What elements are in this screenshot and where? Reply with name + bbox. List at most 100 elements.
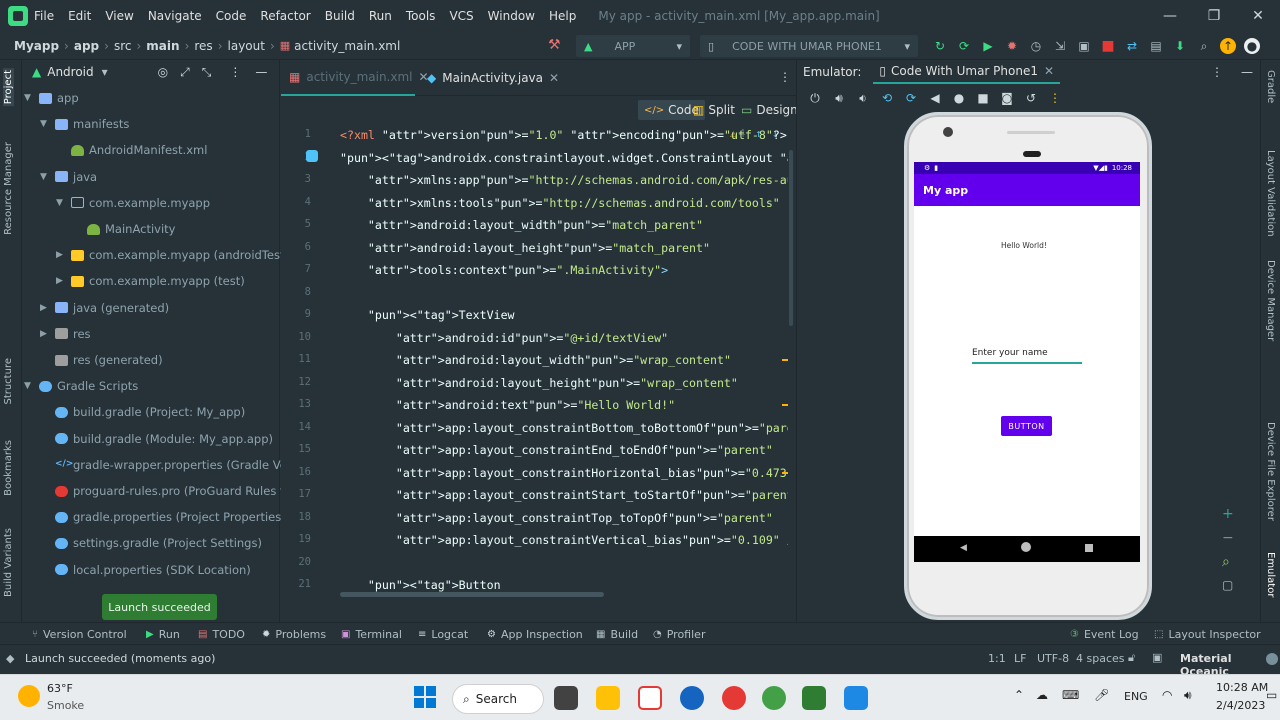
phone-overview-icon[interactable]	[1085, 544, 1093, 552]
tree-item[interactable]: AndroidManifest.xml	[56, 139, 207, 161]
code-line[interactable]: "pun"><"tag">androidx.constraintlayout.w…	[340, 151, 788, 165]
breadcrumb-item[interactable]: src	[114, 39, 132, 53]
tool-terminal[interactable]: ▣ Terminal	[341, 623, 402, 645]
tool-layout-validation[interactable]: Layout Validation	[1265, 150, 1276, 237]
tool-layout-inspector[interactable]: ⬚ Layout Inspector	[1154, 623, 1261, 645]
tree-item[interactable]: ▶ com.example.myapp (test)	[56, 270, 245, 292]
chrome-profile-icon[interactable]	[762, 686, 786, 710]
tool-bookmarks[interactable]: Bookmarks	[3, 440, 14, 496]
line-number[interactable]: 21	[281, 578, 311, 590]
chrome-icon[interactable]	[722, 686, 746, 710]
breadcrumb-item[interactable]: app	[74, 39, 99, 53]
tree-item[interactable]: MainActivity	[72, 218, 175, 240]
code-line[interactable]: "attr">android:layout_height"pun">="matc…	[340, 241, 710, 255]
volume-icon[interactable]: 🔊︎	[1184, 688, 1192, 703]
overview-icon[interactable]: ■	[975, 90, 991, 106]
menu-run[interactable]: Run	[369, 9, 392, 23]
line-number[interactable]: 12	[281, 376, 311, 388]
line-number[interactable]: 9	[281, 308, 311, 320]
utorrent-icon[interactable]	[802, 686, 826, 710]
tool-device-manager[interactable]: Device Manager	[1265, 260, 1276, 341]
chevron-right-icon[interactable]: ▶	[56, 250, 68, 260]
menu-code[interactable]: Code	[216, 9, 247, 23]
collapse-all-icon[interactable]: ⤡	[202, 65, 212, 80]
tool-run[interactable]: ▶ Run	[146, 623, 180, 645]
code-line[interactable]: "attr">android:id"pun">="@+id/textView"	[340, 331, 668, 345]
actual-size-icon[interactable]: ▢	[1222, 578, 1233, 592]
tree-item[interactable]: build.gradle (Module: My_app.app)	[40, 428, 273, 450]
code-line[interactable]: "attr">app:layout_constraintStart_toStar…	[340, 488, 788, 502]
line-number[interactable]: 7	[281, 263, 311, 275]
taskbar-search[interactable]: ⌕ Search	[452, 684, 544, 714]
tool-build[interactable]: ▦ Build	[596, 623, 638, 645]
rotate-right-icon[interactable]: ⟳	[903, 90, 919, 106]
update-icon[interactable]: ↑	[1220, 38, 1236, 54]
tool-device-file-explorer[interactable]: Device File Explorer	[1265, 422, 1276, 521]
sync-gradle-icon[interactable]: ⇄	[1124, 38, 1140, 54]
tree-item[interactable]: ▶ com.example.myapp (androidTest)	[56, 244, 289, 266]
apply-changes-icon[interactable]: ↻	[932, 38, 948, 54]
warning-marker[interactable]	[782, 404, 788, 406]
chevron-right-icon[interactable]: ▶	[56, 276, 68, 286]
tree-item[interactable]: build.gradle (Project: My_app)	[40, 401, 245, 423]
tool-build-variants[interactable]: Build Variants	[3, 528, 14, 597]
tool-logcat[interactable]: ≡ Logcat	[418, 623, 468, 645]
line-number[interactable]: 8	[281, 286, 311, 298]
breadcrumb-item[interactable]: Myapp	[14, 39, 59, 53]
tree-item[interactable]: ▼ app	[24, 87, 79, 109]
device-select[interactable]: ▯ CODE WITH UMAR PHONE1 ▾	[700, 35, 918, 57]
breadcrumb-item[interactable]: main	[146, 39, 179, 53]
task-view-icon[interactable]	[554, 686, 578, 710]
tool-app-inspection[interactable]: ⚙ App Inspection	[487, 623, 583, 645]
menu-help[interactable]: Help	[549, 9, 576, 23]
emulator-device-tab[interactable]: ▯ Code With Umar Phone1 ✕	[873, 60, 1061, 84]
sdk-manager-icon[interactable]: ⬇	[1172, 38, 1188, 54]
chevron-down-icon[interactable]: ▾	[102, 65, 108, 79]
more-options-icon[interactable]: ⋮	[1211, 65, 1223, 79]
tree-item[interactable]: ▼ Gradle Scripts	[24, 375, 138, 397]
line-number[interactable]: 13	[281, 398, 311, 410]
clock-date[interactable]: 2/4/2023	[1216, 699, 1265, 712]
code-line[interactable]: "attr">app:layout_constraintBottom_toBot…	[340, 421, 788, 435]
line-number[interactable]: 15	[281, 443, 311, 455]
close-tab-icon[interactable]: ✕	[1044, 64, 1054, 78]
apply-code-changes-icon[interactable]: ⟳	[956, 38, 972, 54]
line-number[interactable]: 5	[281, 218, 311, 230]
weather-desc[interactable]: Smoke	[47, 699, 84, 712]
line-number[interactable]: 19	[281, 533, 311, 545]
phone-home-icon[interactable]	[1021, 542, 1031, 552]
line-number[interactable]: 4	[281, 196, 311, 208]
code-line[interactable]: "attr">android:layout_width"pun">="wrap_…	[340, 353, 731, 367]
menu-refactor[interactable]: Refactor	[260, 9, 310, 23]
component-icon[interactable]	[306, 149, 318, 162]
code-line[interactable]: "pun"><"tag">Button	[340, 578, 501, 592]
chevron-down-icon[interactable]: ▼	[56, 198, 68, 208]
line-number[interactable]: 16	[281, 466, 311, 478]
code-line[interactable]: "attr">xmlns:tools"pun">="http://schemas…	[340, 196, 780, 210]
line-separator[interactable]: LF	[1014, 652, 1026, 665]
tree-item[interactable]: res (generated)	[40, 349, 163, 371]
warning-marker[interactable]	[782, 359, 788, 361]
name-input[interactable]: Enter your name	[972, 348, 1082, 364]
tool-resource-manager[interactable]: Resource Manager	[3, 142, 14, 235]
search-icon[interactable]: ⌕	[1196, 38, 1212, 54]
code-line[interactable]: "pun"><"tag">TextView	[340, 308, 515, 322]
snipping-tool-icon[interactable]	[638, 686, 662, 710]
project-view-select[interactable]: Android	[47, 65, 93, 79]
tree-item[interactable]: gradle.properties (Project Properties)	[40, 506, 286, 528]
tool-profiler[interactable]: ◔ Profiler	[653, 623, 705, 645]
code-line[interactable]: "attr">tools:context"pun">=".MainActivit…	[340, 263, 668, 277]
menu-file[interactable]: File	[34, 9, 54, 23]
chevron-down-icon[interactable]: ▼	[24, 381, 36, 391]
menu-window[interactable]: Window	[488, 9, 535, 23]
file-encoding[interactable]: UTF-8	[1037, 652, 1069, 665]
code-line[interactable]: "attr">android:text"pun">="Hello World!"	[340, 398, 675, 412]
windows-start-icon[interactable]	[414, 686, 436, 708]
tool-problems[interactable]: ✹ Problems	[262, 623, 326, 645]
breadcrumb-item[interactable]: activity_main.xml	[294, 39, 400, 53]
tool-emulator[interactable]: Emulator	[1265, 552, 1276, 597]
close-button[interactable]: ✕	[1238, 0, 1278, 32]
account-icon[interactable]: ●	[1244, 38, 1260, 54]
phone-back-icon[interactable]: ◀	[960, 543, 967, 553]
tool-project[interactable]: Project	[3, 68, 14, 107]
